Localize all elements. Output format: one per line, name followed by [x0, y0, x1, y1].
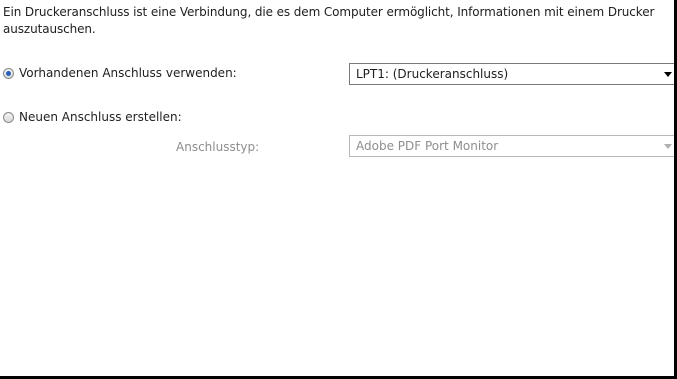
use-existing-port-radio[interactable] — [3, 67, 14, 79]
create-new-port-option[interactable]: Neuen Anschluss erstellen: — [3, 110, 182, 124]
port-type-dropdown[interactable]: Adobe PDF Port Monitor — [349, 135, 677, 157]
port-selection-panel: Ein Druckeranschluss ist eine Verbindung… — [0, 0, 677, 379]
chevron-down-icon — [664, 72, 672, 77]
description-text: Ein Druckeranschluss ist eine Verbindung… — [3, 5, 655, 36]
create-new-port-label: Neuen Anschluss erstellen: — [19, 110, 182, 124]
port-type-value: Adobe PDF Port Monitor — [356, 139, 499, 153]
existing-port-value: LPT1: (Druckeranschluss) — [356, 67, 509, 81]
existing-port-dropdown[interactable]: LPT1: (Druckeranschluss) — [349, 63, 677, 85]
port-type-label: Anschlusstyp: — [176, 140, 260, 154]
use-existing-port-option[interactable]: Vorhandenen Anschluss verwenden: — [3, 66, 237, 80]
use-existing-port-label: Vorhandenen Anschluss verwenden: — [19, 66, 237, 80]
chevron-down-icon — [664, 144, 672, 149]
create-new-port-radio[interactable] — [3, 111, 14, 123]
